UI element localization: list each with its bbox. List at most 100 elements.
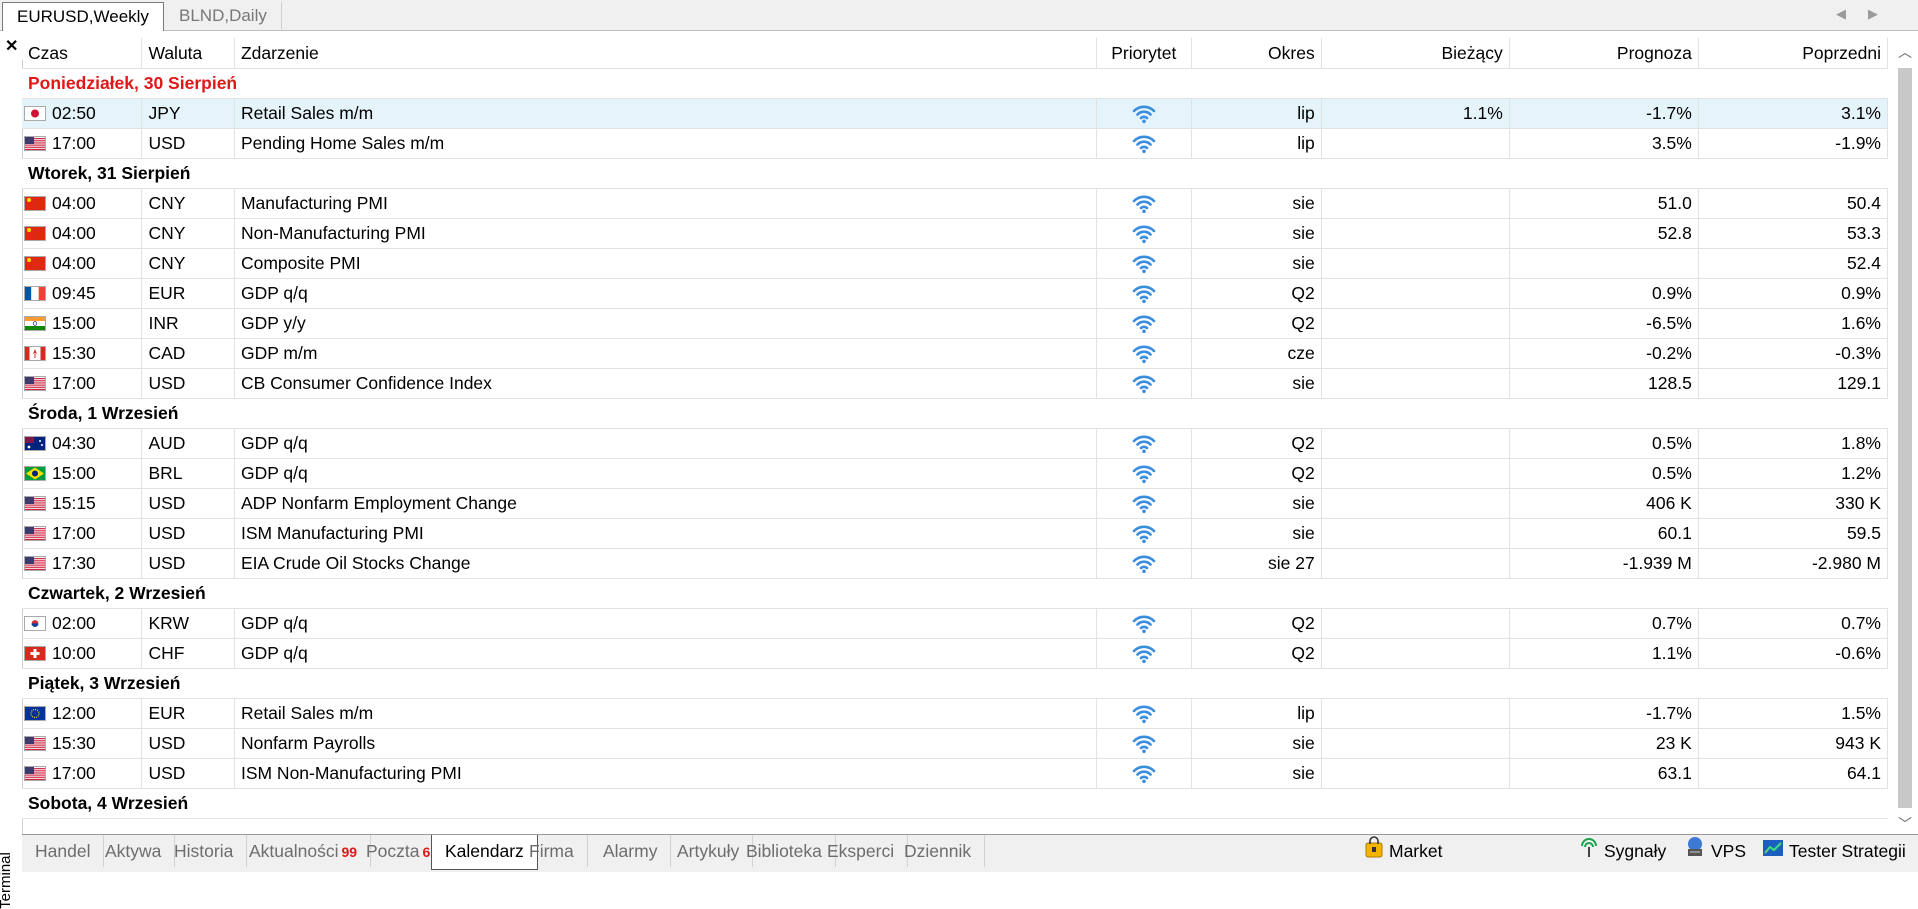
scroll-down-icon[interactable]: ﹀ [1896,814,1914,832]
event-row[interactable]: 15:30 CAD GDP m/m cze -0.2% -0.3% [22,338,1889,369]
event-name: GDP q/q [234,638,1098,669]
col-header-currency[interactable]: Waluta [141,38,235,69]
event-actual [1321,488,1510,519]
event-time: 17:00 [52,133,96,153]
event-row[interactable]: 15:15 USD ADP Nonfarm Employment Change … [22,488,1889,519]
event-time: 02:50 [52,103,96,123]
event-time: 17:00 [52,373,96,393]
country-flag-icon [24,225,46,241]
tab-dziennik[interactable]: Dziennik [891,835,986,867]
terminal-label: Terminal [0,852,14,909]
event-name: GDP y/y [234,308,1098,339]
event-row[interactable]: 09:45 EUR GDP q/q Q2 0.9% 0.9% [22,278,1889,309]
event-row[interactable]: 12:00 EUR Retail Sales m/m lip -1.7% 1.5… [22,698,1889,729]
priority-signal-icon [1132,704,1156,724]
day-header-row: Czwartek, 2 Wrzesień [22,578,1888,609]
event-row[interactable]: 10:00 CHF GDP q/q Q2 1.1% -0.6% [22,638,1889,669]
event-previous: 50.4 [1698,188,1889,219]
event-priority [1096,428,1192,459]
event-row[interactable]: 02:00 KRW GDP q/q Q2 0.7% 0.7% [22,608,1889,639]
close-panel-icon[interactable]: ✕ [5,36,18,56]
event-name: Non-Manufacturing PMI [234,218,1098,249]
priority-signal-icon [1132,104,1156,124]
event-row[interactable]: 15:00 BRL GDP q/q Q2 0.5% 1.2% [22,458,1889,489]
event-previous: 0.9% [1698,278,1889,309]
event-period: sie 27 [1191,548,1322,579]
event-actual [1321,308,1510,339]
tab-aktualności[interactable]: Aktualności 99 [236,835,372,867]
event-forecast: -1.939 M [1509,548,1699,579]
event-name: Manufacturing PMI [234,188,1098,219]
event-time-cell: 17:00 [22,518,143,549]
event-row[interactable]: 15:00 INR GDP y/y Q2 -6.5% 1.6% [22,308,1889,339]
scroll-up-icon[interactable]: ︿ [1896,42,1914,60]
col-header-time[interactable]: Czas [22,38,143,69]
event-currency: JPY [141,98,235,129]
event-forecast: 0.5% [1509,428,1699,459]
event-time-cell: 17:30 [22,548,143,579]
col-header-event[interactable]: Zdarzenie [234,38,1098,69]
tab-alarmy[interactable]: Alarmy [590,835,672,867]
tab-scroll-left-icon[interactable]: ◀ [1836,6,1868,21]
event-time-cell: 15:30 [22,728,143,759]
tab-firma[interactable]: Firma [516,835,588,867]
col-header-previous[interactable]: Poprzedni [1698,38,1889,69]
event-row[interactable]: 04:00 CNY Non-Manufacturing PMI sie 52.8… [22,218,1889,249]
event-row[interactable]: 17:00 USD CB Consumer Confidence Index s… [22,368,1889,399]
strategy-tester-button[interactable]: Tester Strategii [1762,835,1906,867]
col-header-priority[interactable]: Priorytet [1096,38,1192,69]
event-period: Q2 [1191,428,1322,459]
event-row[interactable]: 17:00 USD ISM Manufacturing PMI sie 60.1… [22,518,1889,549]
event-row[interactable]: 04:00 CNY Composite PMI sie 52.4 [22,248,1889,279]
vertical-scrollbar[interactable]: ︿ ﹀ [1896,38,1914,834]
event-actual [1321,698,1510,729]
country-flag-icon [24,765,46,781]
event-period: sie [1191,728,1322,759]
col-header-actual[interactable]: Bieżący [1321,38,1510,69]
event-priority [1096,728,1192,759]
event-previous: 330 K [1698,488,1889,519]
event-time-cell: 17:00 [22,368,143,399]
event-priority [1096,518,1192,549]
event-actual [1321,758,1510,789]
event-row[interactable]: 02:50 JPY Retail Sales m/m lip 1.1% -1.7… [22,98,1889,129]
calendar-table: Czas Waluta Zdarzenie Priorytet Okres Bi… [22,38,1889,819]
event-row[interactable]: 17:00 USD ISM Non-Manufacturing PMI sie … [22,758,1889,789]
event-row[interactable]: 04:30 AUD GDP q/q Q2 0.5% 1.8% [22,428,1889,459]
country-flag-icon [24,495,46,511]
event-forecast: 1.1% [1509,638,1699,669]
priority-signal-icon [1132,554,1156,574]
market-bag-icon [1364,836,1384,868]
event-row[interactable]: 04:00 CNY Manufacturing PMI sie 51.0 50.… [22,188,1889,219]
country-flag-icon [24,555,46,571]
event-forecast: -1.7% [1509,98,1699,129]
tab-scroll-arrows[interactable]: ◀▶ [1836,6,1900,22]
event-row[interactable]: 15:30 USD Nonfarm Payrolls sie 23 K 943 … [22,728,1889,759]
event-actual [1321,218,1510,249]
event-name: EIA Crude Oil Stocks Change [234,548,1098,579]
country-flag-icon [24,105,46,121]
vps-icon [1684,836,1706,868]
event-time: 17:30 [52,553,96,573]
event-previous: 59.5 [1698,518,1889,549]
signals-button[interactable]: Sygnały [1579,835,1666,867]
event-row[interactable]: 17:00 USD Pending Home Sales m/m lip 3.5… [22,128,1889,159]
event-period: sie [1191,488,1322,519]
event-period: lip [1191,698,1322,729]
event-forecast: 52.8 [1509,218,1699,249]
market-button[interactable]: Market [1364,835,1442,867]
tab-scroll-right-icon[interactable]: ▶ [1868,6,1900,21]
scrollbar-thumb[interactable] [1898,68,1912,808]
chart-tab-eurusd[interactable]: EURUSD,Weekly [2,2,164,31]
chart-tab-blnd[interactable]: BLND,Daily [165,2,282,29]
col-header-forecast[interactable]: Prognoza [1509,38,1699,69]
event-currency: INR [141,308,235,339]
event-name: ISM Manufacturing PMI [234,518,1098,549]
event-row[interactable]: 17:30 USD EIA Crude Oil Stocks Change si… [22,548,1889,579]
col-header-period[interactable]: Okres [1191,38,1322,69]
vps-button[interactable]: VPS [1684,835,1746,867]
event-actual [1321,608,1510,639]
event-currency: BRL [141,458,235,489]
tab-historia[interactable]: Historia [161,835,248,867]
event-period: Q2 [1191,278,1322,309]
